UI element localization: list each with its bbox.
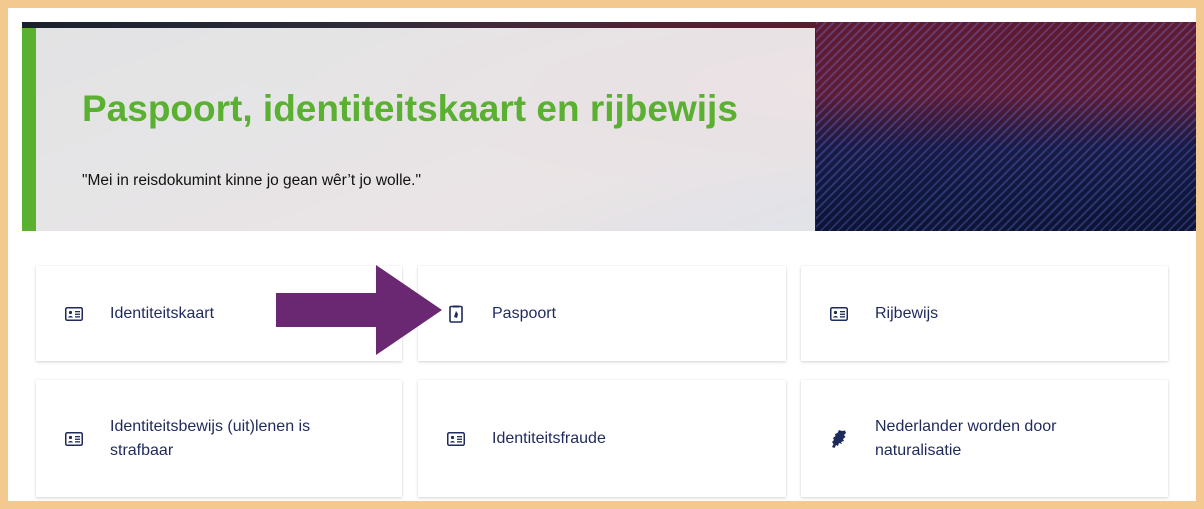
hero-text-panel: Paspoort, identiteitskaart en rijbewijs … [22,28,815,231]
card-label: Rijbewijs [875,304,939,322]
hero-banner: Paspoort, identiteitskaart en rijbewijs … [22,22,1196,231]
card-naturalisatie[interactable]: Nederlander worden door naturalisatie [801,380,1168,497]
page-frame: Paspoort, identiteitskaart en rijbewijs … [8,8,1196,501]
card-label: Identiteitsbewijs (uit)lenen is strafbaa… [110,417,311,459]
page-subtitle: "Mei in reisdokumint kinne jo gean wêr’t… [82,172,421,189]
id-card-icon [64,305,84,323]
card-identiteitsbewijs-uitlenen[interactable]: Identiteitsbewijs (uit)lenen is strafbaa… [36,380,402,497]
id-card-icon [64,430,84,448]
card-identiteitsfraude[interactable]: Identiteitsfraude [418,380,786,497]
passport-icon [446,305,466,323]
hero-background-image [816,22,1196,231]
card-label: Nederlander worden door naturalisatie [875,417,1057,459]
id-card-icon [829,305,849,323]
card-paspoort[interactable]: Paspoort [418,266,786,361]
card-rijbewijs[interactable]: Rijbewijs [801,266,1168,361]
card-identiteitskaart[interactable]: Identiteitskaart [36,266,402,361]
card-label: Paspoort [492,304,557,322]
netherlands-map-icon [829,429,849,448]
id-card-icon [446,430,466,448]
card-label: Identiteitsfraude [492,429,606,447]
page-title: Paspoort, identiteitskaart en rijbewijs [82,88,738,129]
card-label: Identiteitskaart [110,304,215,322]
